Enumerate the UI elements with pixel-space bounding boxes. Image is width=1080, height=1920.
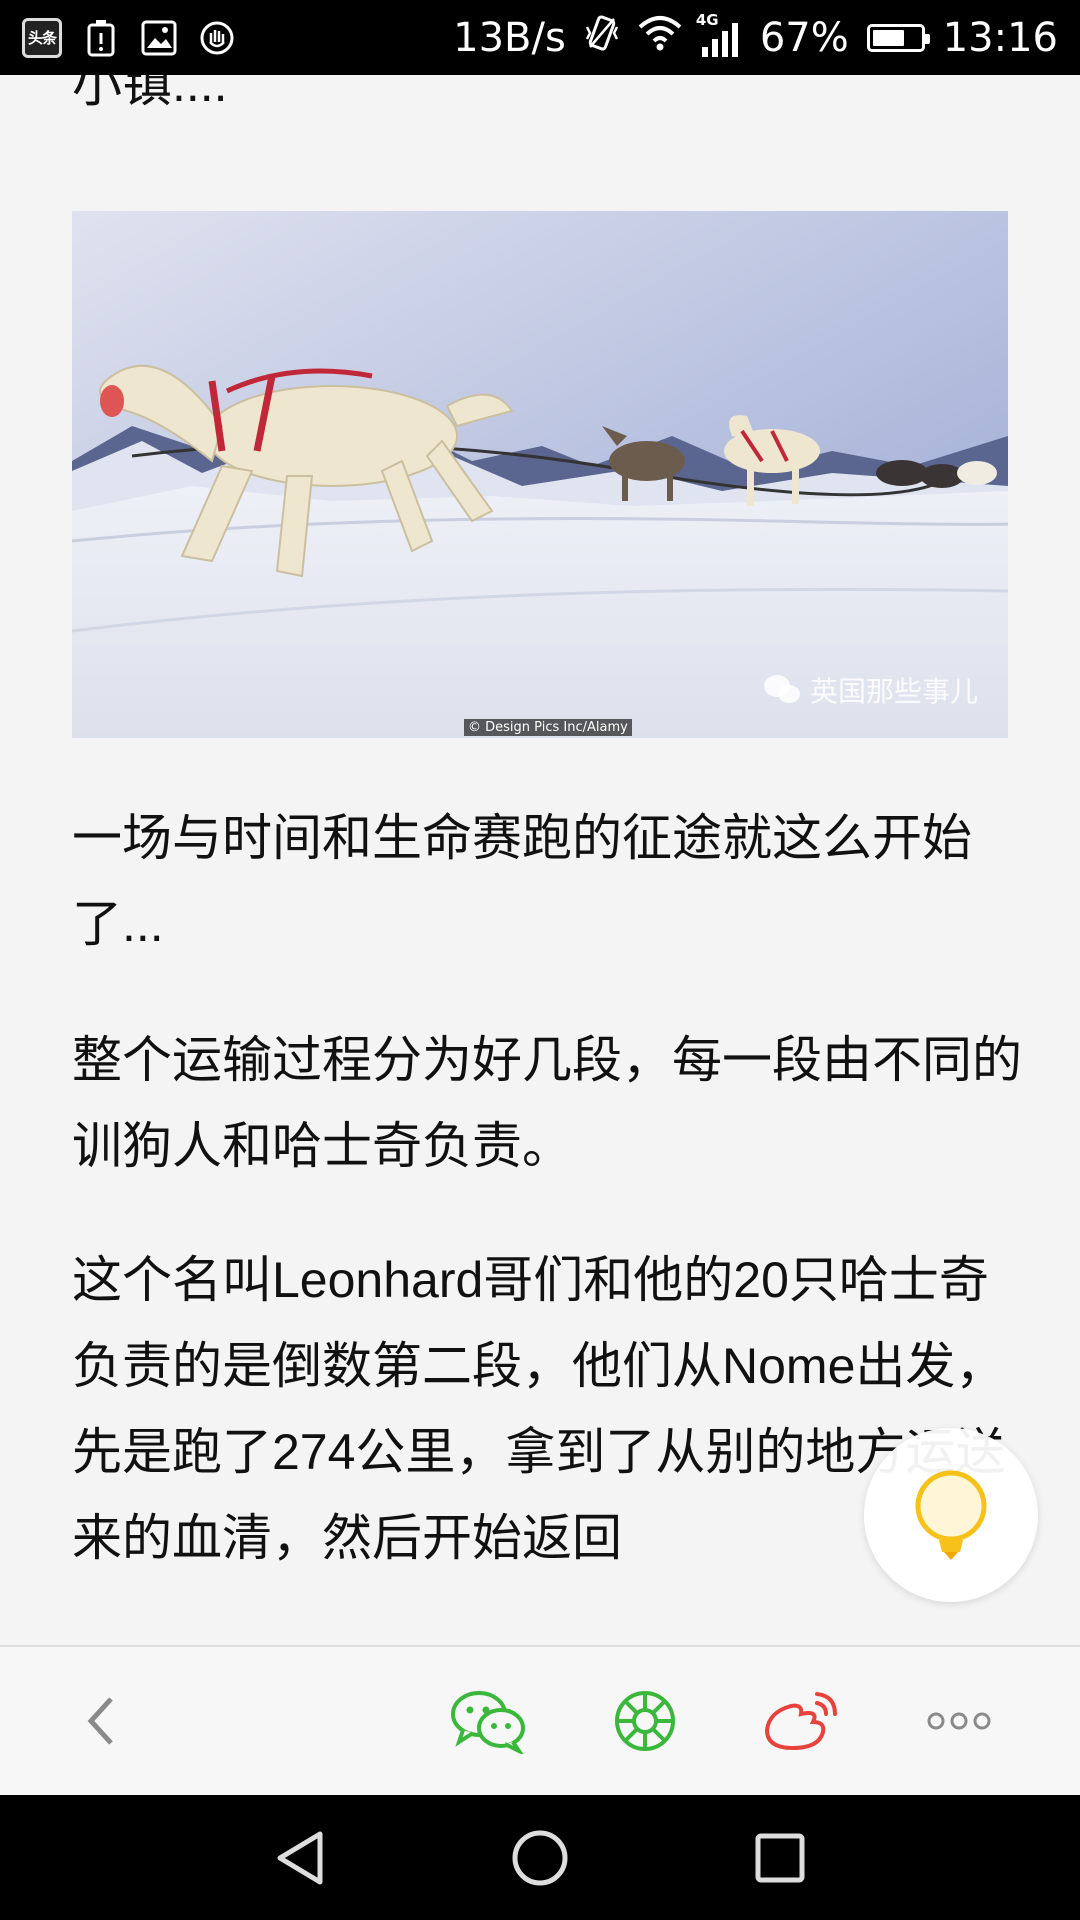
nav-back-button[interactable] xyxy=(240,1795,360,1920)
image-credit: © Design Pics Inc/Alamy xyxy=(464,719,632,736)
moments-icon xyxy=(615,1691,675,1751)
net-speed: 13B/s xyxy=(453,14,566,61)
hand-icon xyxy=(198,19,236,57)
nav-recents-button[interactable] xyxy=(720,1795,840,1920)
nav-back-icon xyxy=(277,1831,323,1884)
article-content[interactable]: 小镇.... 英国那些事儿 © Design Pics Inc/Alamy 一场… xyxy=(0,75,1080,1645)
share-toolbar xyxy=(0,1645,1080,1795)
tip-floating-button[interactable] xyxy=(864,1428,1038,1602)
back-button[interactable] xyxy=(46,1647,156,1795)
network-type: 4G xyxy=(695,10,719,29)
nav-recents-icon xyxy=(755,1833,805,1882)
battery-icon xyxy=(866,23,930,52)
clock: 13:16 xyxy=(942,14,1058,61)
article-image-sled-dogs[interactable]: 英国那些事儿 © Design Pics Inc/Alamy xyxy=(72,211,1008,738)
wechat-watermark-icon xyxy=(763,675,800,703)
toutiao-app-icon: 头条 xyxy=(22,17,62,58)
nav-home-button[interactable] xyxy=(480,1795,600,1920)
article-paragraph: 小镇.... xyxy=(72,75,228,112)
weibo-icon xyxy=(764,1692,837,1751)
cellular-signal-icon: 4G xyxy=(696,11,742,59)
image-watermark: 英国那些事儿 xyxy=(762,670,978,710)
wechat-icon xyxy=(451,1691,525,1754)
article-paragraph: 一场与时间和生命赛跑的征途就这么开始了... xyxy=(72,810,972,952)
more-button[interactable] xyxy=(904,1647,1014,1795)
battery-alert-icon xyxy=(82,19,120,57)
more-icon xyxy=(927,1712,991,1730)
share-weibo-button[interactable] xyxy=(746,1647,856,1795)
share-wechat-button[interactable] xyxy=(434,1647,544,1795)
lightbulb-icon xyxy=(915,1470,987,1560)
wifi-icon xyxy=(638,15,682,61)
share-moments-button[interactable] xyxy=(590,1647,700,1795)
vibrate-icon xyxy=(584,13,620,63)
image-icon xyxy=(140,19,178,57)
article-paragraph: 整个运输过程分为好几段，每一段由不同的训狗人和哈士奇负责。 xyxy=(72,1032,1022,1174)
back-chevron-icon xyxy=(87,1697,113,1745)
nav-home-icon xyxy=(512,1830,568,1885)
sled-dogs-photo xyxy=(72,211,1008,738)
watermark-text: 英国那些事儿 xyxy=(809,675,978,708)
battery-percent: 67% xyxy=(759,14,849,61)
status-bar: 头条 13B/s 4G 67% 13:16 xyxy=(0,0,1080,75)
battery-fill xyxy=(872,29,904,46)
system-navigation-bar xyxy=(0,1795,1080,1920)
app-badge-text: 头条 xyxy=(27,29,57,47)
